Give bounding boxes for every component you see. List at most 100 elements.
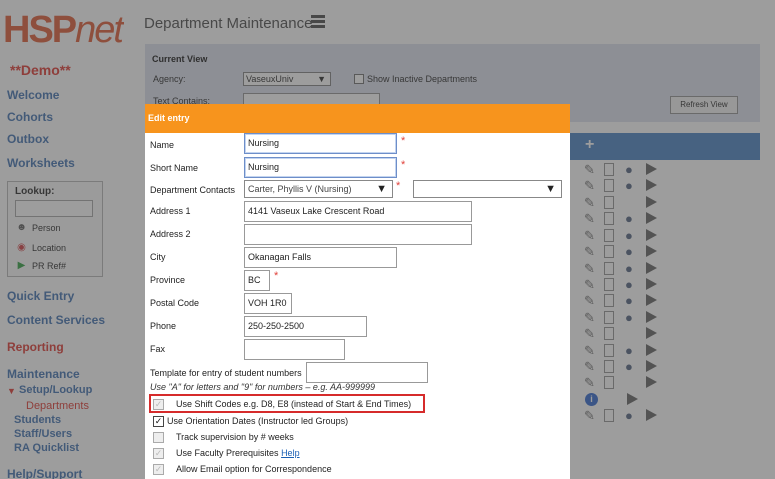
document-icon[interactable]: [604, 376, 614, 389]
nav-content-services[interactable]: Content Services: [7, 313, 105, 327]
play-icon[interactable]: [646, 163, 657, 175]
edit-pencil-icon[interactable]: ✎: [584, 179, 595, 193]
province-input[interactable]: BC: [244, 270, 270, 291]
nav-staff-users[interactable]: Staff/Users: [14, 428, 72, 440]
edit-pencil-icon[interactable]: ✎: [584, 212, 595, 226]
document-icon[interactable]: [604, 278, 614, 291]
nav-students[interactable]: Students: [14, 414, 61, 426]
fax-input[interactable]: [244, 339, 345, 360]
add-department-icon[interactable]: +: [585, 136, 594, 154]
user-icon[interactable]: ●: [625, 344, 633, 358]
play-icon[interactable]: [646, 179, 657, 191]
short-name-input[interactable]: Nursing: [244, 157, 397, 178]
play-icon[interactable]: [646, 278, 657, 290]
edit-pencil-icon[interactable]: ✎: [584, 196, 595, 210]
play-icon[interactable]: [646, 245, 657, 257]
edit-pencil-icon[interactable]: ✎: [584, 245, 595, 259]
refresh-view-button[interactable]: Refresh View: [670, 96, 738, 114]
edit-pencil-icon[interactable]: ✎: [584, 294, 595, 308]
document-icon[interactable]: [604, 179, 614, 192]
play-icon[interactable]: [646, 212, 657, 224]
document-icon[interactable]: [604, 311, 614, 324]
nav-worksheets[interactable]: Worksheets: [7, 156, 75, 170]
department-contact-select[interactable]: Carter, Phyllis V (Nursing) ▼: [244, 180, 393, 198]
nav-cohorts[interactable]: Cohorts: [7, 110, 53, 124]
document-icon[interactable]: [604, 294, 614, 307]
template-input[interactable]: [306, 362, 428, 383]
info-icon[interactable]: i: [585, 393, 598, 406]
nav-quick-entry[interactable]: Quick Entry: [7, 289, 74, 303]
play-icon[interactable]: [646, 262, 657, 274]
address1-input[interactable]: 4141 Vaseux Lake Crescent Road: [244, 201, 472, 222]
nav-setup-lookup[interactable]: Setup/Lookup: [19, 384, 92, 396]
document-icon[interactable]: [604, 327, 614, 340]
shift-codes-checkbox[interactable]: ✓: [153, 399, 164, 410]
play-icon[interactable]: [646, 311, 657, 323]
address2-input[interactable]: [244, 224, 472, 245]
nav-departments[interactable]: Departments: [26, 400, 89, 412]
play-icon[interactable]: [646, 360, 657, 372]
name-input[interactable]: Nursing: [244, 133, 397, 154]
user-icon[interactable]: ●: [625, 311, 633, 325]
play-icon[interactable]: [646, 294, 657, 306]
edit-pencil-icon[interactable]: ✎: [584, 278, 595, 292]
edit-pencil-icon[interactable]: ✎: [584, 409, 595, 423]
user-icon[interactable]: ●: [625, 212, 633, 226]
user-icon[interactable]: ●: [625, 179, 633, 193]
document-icon[interactable]: [604, 212, 614, 225]
document-icon[interactable]: [604, 229, 614, 242]
hspnet-logo[interactable]: HSPnet: [3, 10, 124, 50]
user-icon[interactable]: ●: [625, 262, 633, 276]
edit-pencil-icon[interactable]: ✎: [584, 376, 595, 390]
nav-outbox[interactable]: Outbox: [7, 132, 49, 146]
lookup-person[interactable]: ☻ Person: [16, 222, 60, 233]
lookup-input[interactable]: [15, 200, 93, 217]
user-icon[interactable]: ●: [625, 294, 633, 308]
edit-pencil-icon[interactable]: ✎: [584, 327, 595, 341]
user-icon[interactable]: ●: [625, 245, 633, 259]
postal-code-input[interactable]: VOH 1R0: [244, 293, 292, 314]
document-icon[interactable]: [604, 262, 614, 275]
play-icon[interactable]: [646, 344, 657, 356]
play-icon[interactable]: [646, 196, 657, 208]
document-icon[interactable]: [604, 409, 614, 422]
user-icon[interactable]: ●: [625, 360, 633, 374]
nav-maintenance[interactable]: Maintenance: [7, 367, 80, 381]
faculty-prereq-checkbox[interactable]: ✓: [153, 448, 164, 459]
edit-pencil-icon[interactable]: ✎: [584, 163, 595, 177]
user-icon[interactable]: ●: [625, 409, 633, 423]
nav-ra-quicklist[interactable]: RA Quicklist: [14, 442, 79, 454]
edit-pencil-icon[interactable]: ✎: [584, 311, 595, 325]
play-icon[interactable]: [646, 229, 657, 241]
play-icon[interactable]: [646, 376, 657, 388]
faculty-prereq-help-link[interactable]: Help: [281, 448, 300, 458]
play-icon[interactable]: [627, 393, 638, 405]
orientation-dates-checkbox[interactable]: ✓: [153, 416, 164, 427]
play-icon[interactable]: [646, 327, 657, 339]
document-icon[interactable]: [604, 196, 614, 209]
department-contact-select-2[interactable]: ▼: [413, 180, 562, 198]
agency-select[interactable]: VaseuxUniv ▼: [243, 72, 331, 86]
document-icon[interactable]: [604, 360, 614, 373]
document-icon[interactable]: [604, 245, 614, 258]
user-icon[interactable]: ●: [625, 229, 633, 243]
lookup-location[interactable]: ◉ Location: [16, 242, 66, 253]
lookup-pr-ref[interactable]: ▶ PR Ref#: [16, 260, 66, 271]
nav-welcome[interactable]: Welcome: [7, 88, 59, 102]
user-icon[interactable]: ●: [625, 278, 633, 292]
track-supervision-checkbox[interactable]: [153, 432, 164, 443]
document-icon[interactable]: [604, 163, 614, 176]
user-icon[interactable]: ●: [625, 163, 633, 177]
list-menu-icon[interactable]: [311, 15, 325, 30]
edit-pencil-icon[interactable]: ✎: [584, 344, 595, 358]
email-option-checkbox[interactable]: ✓: [153, 464, 164, 475]
document-icon[interactable]: [604, 344, 614, 357]
phone-input[interactable]: 250-250-2500: [244, 316, 367, 337]
nav-reporting[interactable]: Reporting: [7, 340, 64, 354]
nav-help-support[interactable]: Help/Support: [7, 467, 82, 479]
edit-pencil-icon[interactable]: ✎: [584, 262, 595, 276]
edit-pencil-icon[interactable]: ✎: [584, 229, 595, 243]
city-input[interactable]: Okanagan Falls: [244, 247, 397, 268]
show-inactive-checkbox[interactable]: [354, 74, 364, 84]
edit-pencil-icon[interactable]: ✎: [584, 360, 595, 374]
